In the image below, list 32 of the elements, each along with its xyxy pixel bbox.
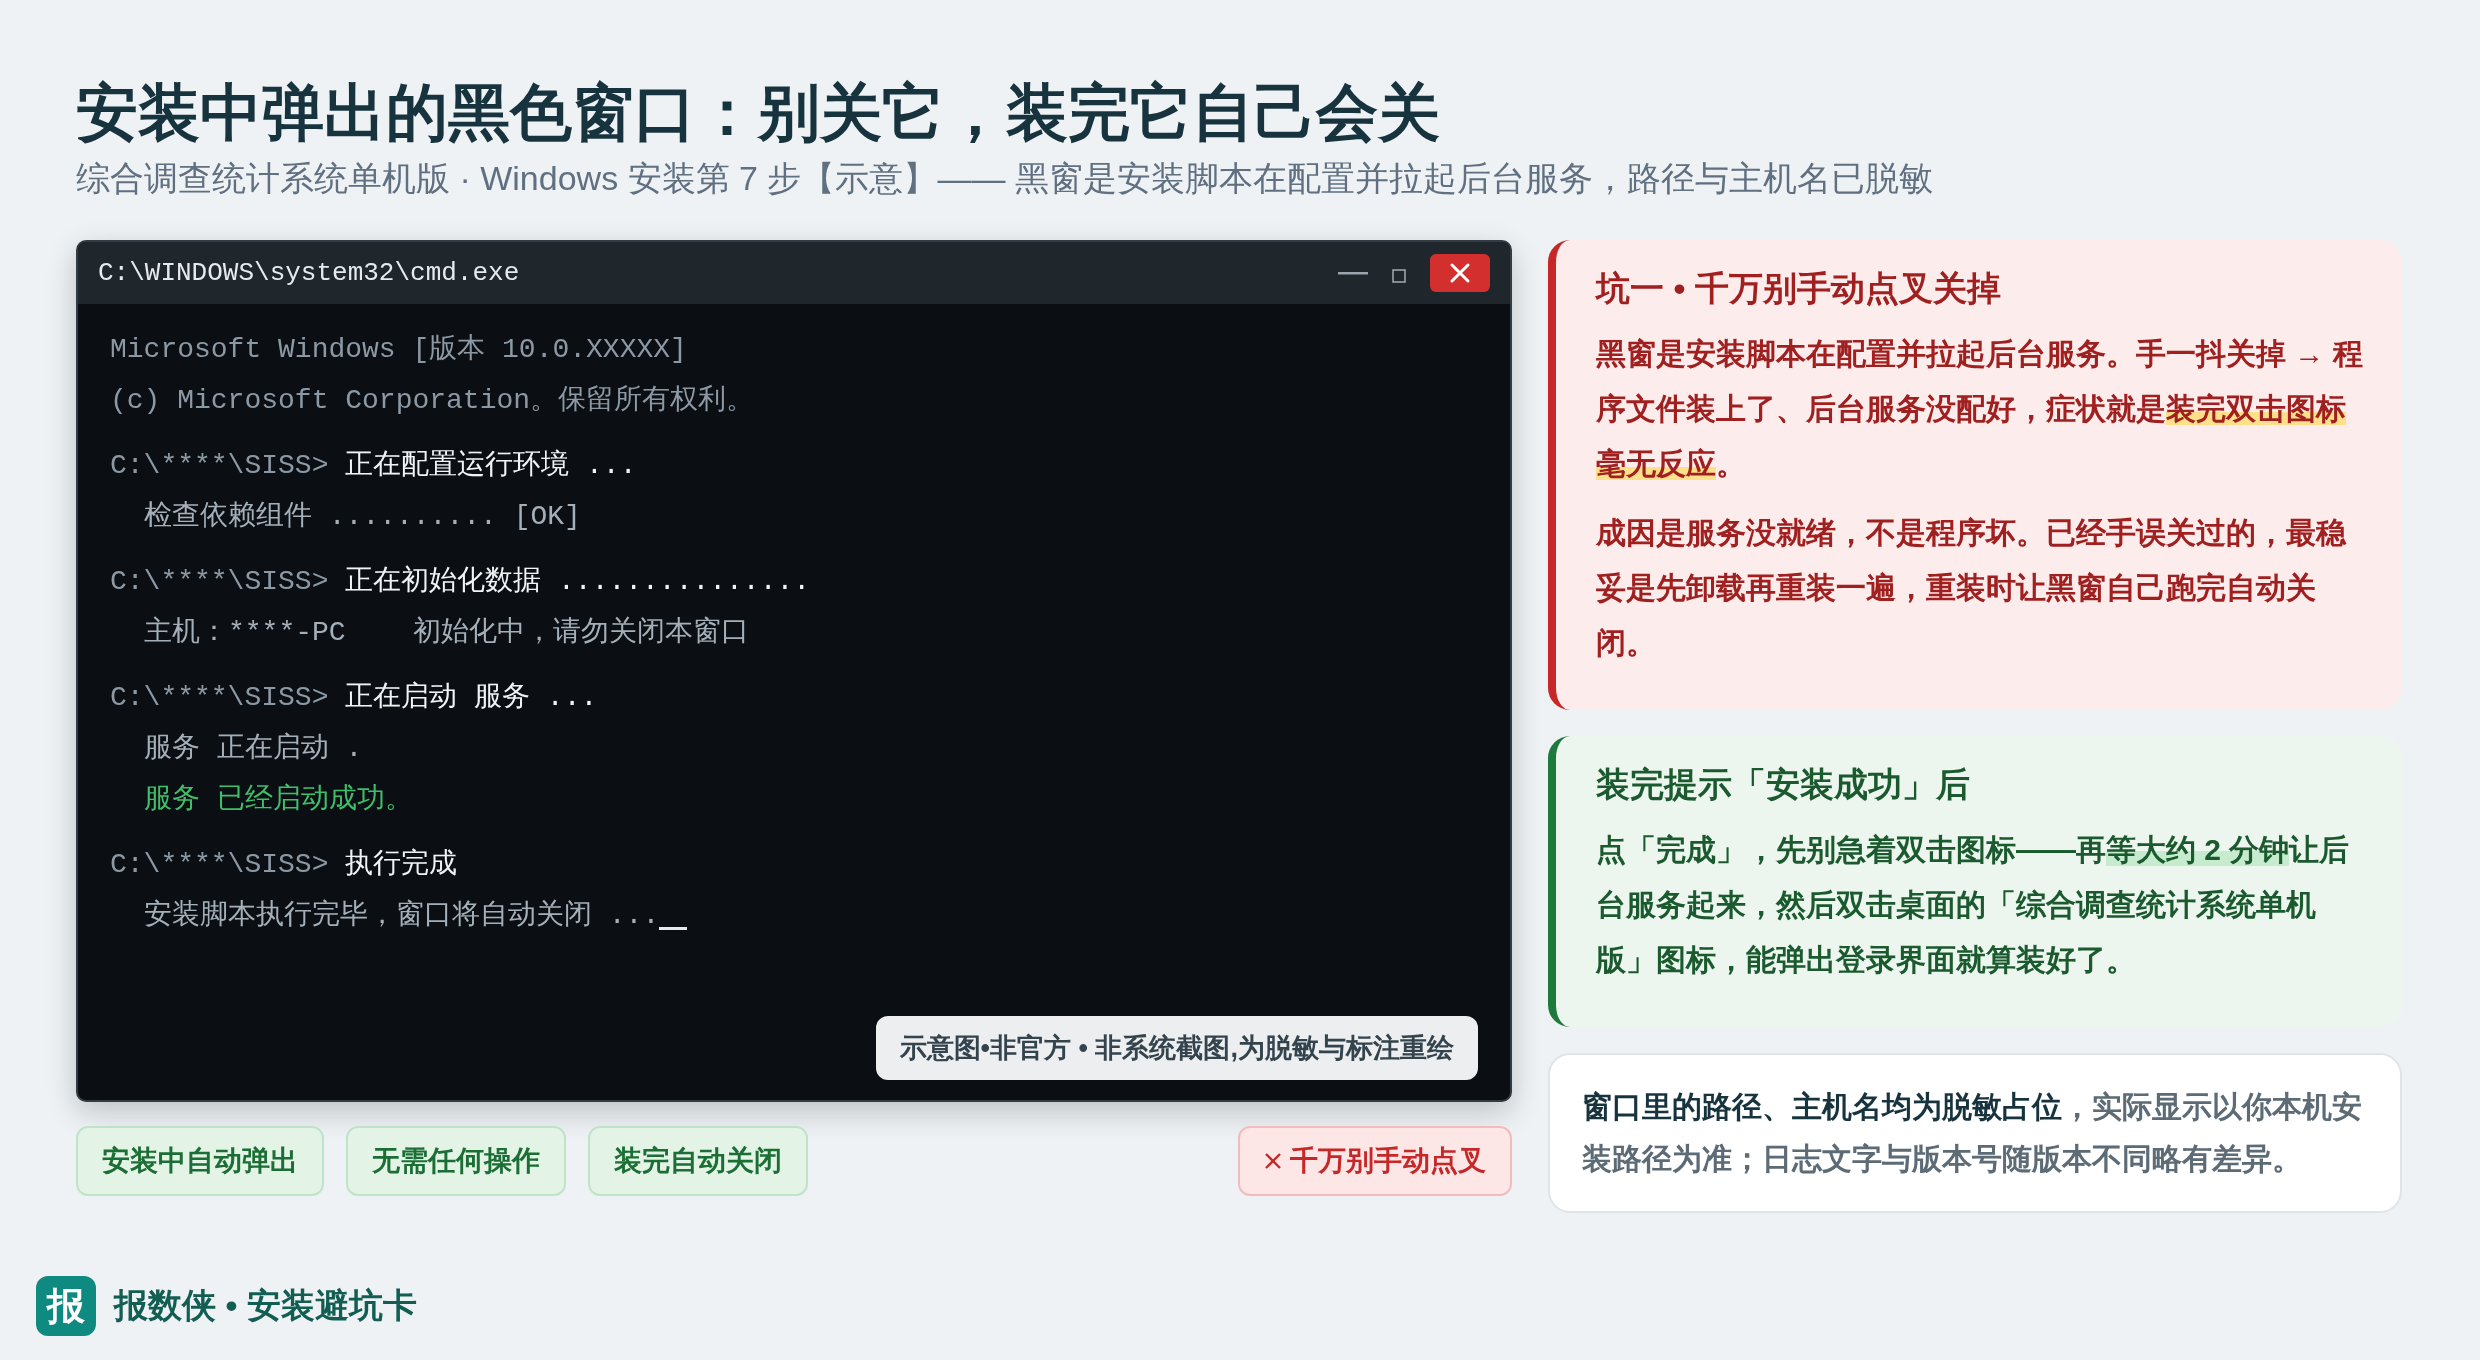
status-tag: 安装中自动弹出: [76, 1126, 324, 1197]
disclaimer-badge: 示意图•非官方 • 非系统截图,为脱敏与标注重绘: [875, 1016, 1478, 1081]
status-tag: 无需任何操作: [346, 1126, 566, 1197]
page-title: 安装中弹出的黑色窗口：别关它，装完它自己会关: [76, 77, 1441, 149]
brand-name: 报数侠 • 安装避坑卡: [114, 1285, 417, 1326]
card-text: 点「完成」，先别急着双击图标——再等大约 2 分钟让后台服务起来，然后双击桌面的「综合调查统计系统单机版」图标，能弹出登录界面就算装好了。: [1596, 832, 2351, 979]
terminal-line: (c) Microsoft Corporation。保留所有权利。: [110, 384, 755, 419]
maximize-icon[interactable]: [1392, 269, 1406, 284]
terminal-line: 服务 正在启动 .: [144, 731, 363, 767]
terminal-line: Microsoft Windows [版本 10.0.XXXXX]: [110, 333, 687, 368]
close-button[interactable]: [1430, 254, 1490, 293]
terminal-line: 服务 已经启动成功。: [144, 782, 413, 818]
terminal-line: C:\****\SISS> 执行完成: [110, 847, 458, 883]
close-icon: [1449, 262, 1471, 285]
terminal-line: C:\****\SISS> 正在配置运行环境 ...: [110, 448, 637, 484]
logo-badge: 报: [36, 1276, 96, 1336]
card-text: 黑窗是安装脚本在配置并拉起后台服务。手一抖关掉 → 程序文件装上了、后台服务没配好，症状就是装完双击图标毫无反应。: [1596, 336, 2364, 483]
card-title: 坑一 • 千万别手动点叉关掉: [1596, 268, 2002, 310]
terminal-line: 主机：****-PC 初始化中，请勿关闭本窗口: [144, 615, 749, 651]
minimize-icon[interactable]: [1338, 271, 1368, 276]
card-text: 成因是服务没就绪，不是程序坏。已经手误关过的，最稳妥是先卸载再重装一遍，重装时让黑窗自己跑完自动关闭。: [1596, 515, 2348, 662]
terminal-line: C:\****\SISS> 正在启动 服务 ...: [110, 680, 598, 716]
tag-label: 千万别手动点叉: [1290, 1144, 1486, 1179]
close-icon: [1264, 1152, 1282, 1171]
card-title: 装完提示「安装成功」后: [1596, 764, 1971, 806]
terminal-line: 安装脚本执行完毕，窗口将自动关闭 ...: [144, 898, 660, 934]
terminal-line: C:\****\SISS> 正在初始化数据 ...............: [110, 564, 811, 600]
window-title: C:\WINDOWS\system32\cmd.exe: [98, 258, 520, 289]
card-text: 窗口里的路径、主机名均为脱敏占位，实际显示以你本机安装路径为准；日志文字与版本号随版本不同略有差异。: [1582, 1089, 2363, 1178]
page-subtitle: 综合调查统计系统单机版 · Windows 安装第 7 步【示意】—— 黑窗是安装脚本在配置并拉起后台服务，路径与主机名已脱敏: [76, 158, 1934, 200]
status-tag: 装完自动关闭: [588, 1126, 808, 1197]
terminal-line: 检查依赖组件 .......... [OK]: [144, 500, 581, 535]
